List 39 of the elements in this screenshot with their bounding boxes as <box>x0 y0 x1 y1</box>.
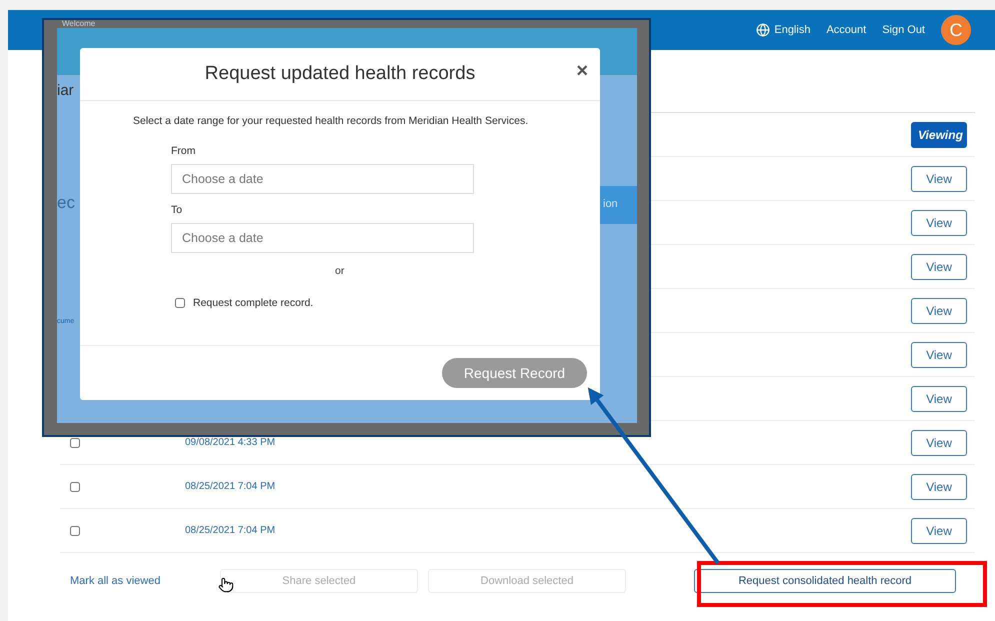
to-label: To <box>171 204 184 216</box>
text-fragment: ec <box>57 193 75 213</box>
or-text: or <box>335 265 344 277</box>
view-button[interactable]: View <box>911 210 967 236</box>
user-avatar[interactable]: C <box>941 15 971 45</box>
record-date[interactable]: 08/25/2021 7:04 PM <box>185 481 911 492</box>
mark-all-link[interactable]: Mark all as viewed <box>70 575 210 587</box>
hand-cursor-icon <box>218 577 234 593</box>
complete-record-checkbox[interactable] <box>175 298 185 308</box>
view-button[interactable]: View <box>911 474 967 500</box>
text-fragment: ion <box>603 198 618 210</box>
welcome-text: Welcome <box>62 20 96 28</box>
view-button[interactable]: View <box>911 298 967 324</box>
row-checkbox[interactable] <box>70 438 80 448</box>
view-button[interactable]: View <box>911 342 967 368</box>
record-date[interactable]: 08/25/2021 7:04 PM <box>185 525 911 536</box>
view-button[interactable]: View <box>911 518 967 544</box>
complete-record-label: Request complete record. <box>193 297 314 309</box>
view-button[interactable]: View <box>911 430 967 456</box>
view-button[interactable]: View <box>911 386 967 412</box>
globe-icon <box>756 23 770 37</box>
from-date-field[interactable]: Choose a date <box>171 164 474 194</box>
text-fragment: iar <box>57 82 74 99</box>
from-label: From <box>171 145 196 157</box>
header-link[interactable]: Sign Out <box>882 24 925 36</box>
view-button[interactable]: View <box>911 166 967 192</box>
language-link[interactable]: English <box>756 23 810 37</box>
to-date-field[interactable]: Choose a date <box>171 223 474 253</box>
request-record-button[interactable]: Request consolidated health record <box>694 569 956 593</box>
row-checkbox[interactable] <box>70 526 80 536</box>
row-checkbox[interactable] <box>70 482 80 492</box>
header-link[interactable]: Account <box>826 24 866 36</box>
view-button[interactable]: View <box>911 254 967 280</box>
view-button[interactable]: Viewing <box>911 122 967 148</box>
tab-band <box>597 186 637 224</box>
close-button[interactable]: × <box>576 60 588 83</box>
dialog-instructions: Select a date range for your requested health records from Meridian Health Services. <box>133 115 530 127</box>
dialog-title: Request updated health records <box>204 63 476 85</box>
record-date[interactable]: 09/08/2021 4:33 PM <box>185 437 911 448</box>
